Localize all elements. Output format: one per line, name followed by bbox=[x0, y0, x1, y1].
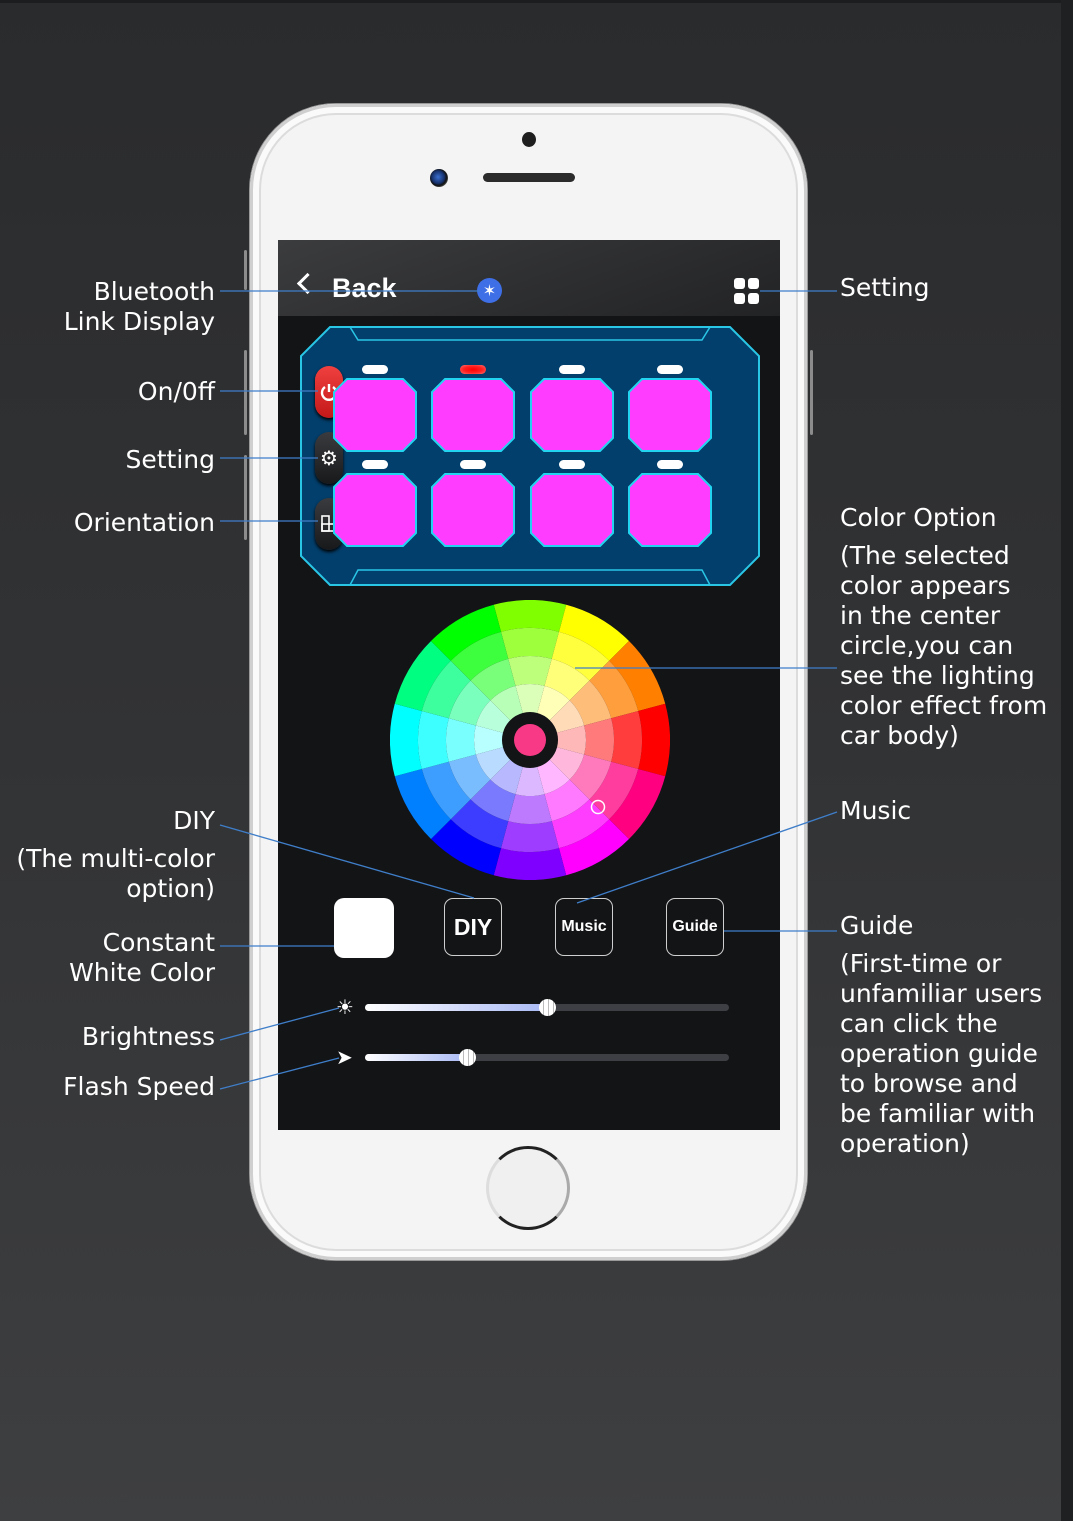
arrow-icon: ➤ bbox=[336, 1045, 353, 1069]
label-music: Music bbox=[840, 796, 912, 825]
pod-led bbox=[559, 460, 585, 469]
wheel-segment[interactable] bbox=[611, 711, 642, 769]
guide-button[interactable]: Guide bbox=[666, 898, 724, 956]
label-flash-speed: Flash Speed bbox=[63, 1072, 215, 1101]
label-setting-left: Setting bbox=[125, 445, 215, 474]
wheel-segment[interactable] bbox=[390, 703, 422, 777]
label-color-option: Color Option bbox=[840, 503, 997, 532]
label-constant-white: Constant White Color bbox=[69, 928, 215, 987]
wheel-segment[interactable] bbox=[493, 600, 567, 632]
volume-up-button bbox=[244, 350, 247, 435]
top-edge bbox=[0, 0, 1073, 3]
wheel-segment[interactable] bbox=[584, 718, 614, 762]
back-button[interactable]: Back bbox=[332, 273, 397, 304]
pod-led bbox=[362, 460, 388, 469]
label-setting-right: Setting bbox=[840, 273, 930, 302]
back-chevron-icon[interactable] bbox=[296, 272, 319, 295]
earpiece-speaker bbox=[483, 173, 575, 182]
proximity-sensor bbox=[522, 132, 536, 147]
label-orientation: Orientation bbox=[73, 508, 215, 537]
label-diy-sub: (The multi-color option) bbox=[16, 844, 215, 903]
flash-speed-slider[interactable] bbox=[365, 1049, 729, 1066]
diy-button[interactable]: DIY bbox=[444, 898, 502, 956]
brightness-slider[interactable] bbox=[365, 999, 729, 1016]
home-button[interactable] bbox=[486, 1146, 570, 1230]
pod-led bbox=[460, 460, 486, 469]
app-screen: Back ✶ ⚙ DIY Music Guide ☀ ➤ bbox=[278, 240, 780, 1130]
nav-bar: Back ✶ bbox=[278, 240, 780, 316]
constant-white-button[interactable] bbox=[334, 898, 394, 958]
light-pod[interactable] bbox=[333, 378, 417, 452]
label-color-option-sub: (The selected color appears in the cente… bbox=[840, 541, 1048, 750]
front-camera bbox=[430, 169, 448, 187]
label-on-off: On/0ff bbox=[137, 377, 215, 406]
light-pod[interactable] bbox=[628, 378, 712, 452]
label-guide: Guide bbox=[840, 911, 914, 940]
light-pod[interactable] bbox=[530, 378, 614, 452]
flash-speed-thumb[interactable] bbox=[458, 1049, 476, 1066]
music-button[interactable]: Music bbox=[555, 898, 613, 956]
wheel-segment[interactable] bbox=[501, 628, 559, 659]
wheel-segment[interactable] bbox=[418, 711, 449, 769]
pod-led bbox=[657, 460, 683, 469]
light-pod[interactable] bbox=[530, 473, 614, 547]
brightness-thumb[interactable] bbox=[539, 999, 556, 1016]
wheel-segment[interactable] bbox=[446, 718, 476, 762]
pod-led bbox=[657, 365, 683, 374]
grid-icon[interactable] bbox=[734, 278, 760, 304]
light-pod[interactable] bbox=[431, 378, 515, 452]
right-edge bbox=[1061, 0, 1073, 1521]
wheel-segment[interactable] bbox=[493, 848, 567, 880]
pod-panel: ⚙ bbox=[300, 326, 760, 586]
pod-led bbox=[362, 365, 388, 374]
pod-led bbox=[559, 365, 585, 374]
flash-speed-fill bbox=[365, 1054, 467, 1061]
pod-led bbox=[460, 365, 486, 374]
label-diy: DIY bbox=[173, 806, 215, 835]
brightness-fill bbox=[365, 1004, 547, 1011]
bluetooth-icon[interactable]: ✶ bbox=[477, 278, 502, 303]
power-side-button bbox=[810, 350, 813, 435]
mute-switch bbox=[244, 250, 247, 290]
wheel-segment[interactable] bbox=[501, 821, 559, 852]
sun-icon: ☀ bbox=[336, 995, 354, 1019]
selected-color-preview bbox=[514, 724, 546, 756]
color-wheel[interactable] bbox=[390, 600, 670, 880]
wheel-segment[interactable] bbox=[508, 794, 552, 824]
light-pod[interactable] bbox=[431, 473, 515, 547]
wheel-segment[interactable] bbox=[508, 656, 552, 686]
volume-down-button bbox=[244, 455, 247, 540]
label-guide-sub: (First-time or unfamiliar users can clic… bbox=[840, 949, 1043, 1158]
label-bluetooth: Bluetooth Link Display bbox=[63, 277, 215, 336]
wheel-segment[interactable] bbox=[638, 703, 670, 777]
light-pod[interactable] bbox=[628, 473, 712, 547]
label-brightness: Brightness bbox=[81, 1022, 215, 1051]
light-pod[interactable] bbox=[333, 473, 417, 547]
